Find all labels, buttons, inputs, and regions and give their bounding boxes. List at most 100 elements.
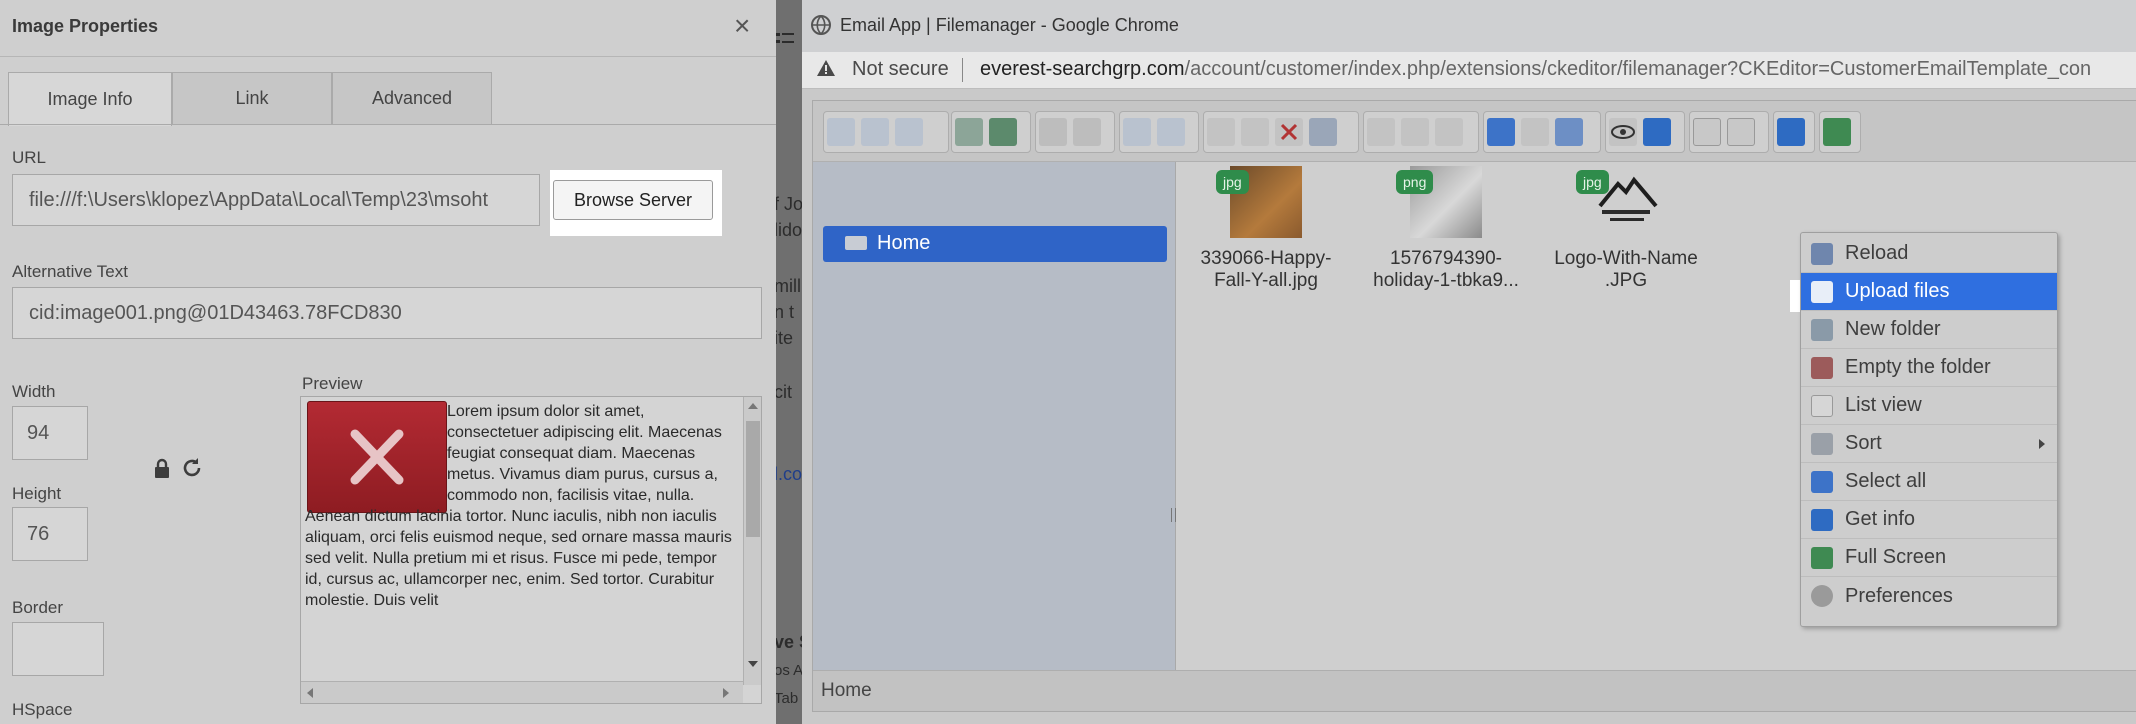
select-all-icon[interactable] [1487, 118, 1515, 146]
editor-fragment: os A [776, 662, 802, 679]
list-view-icon[interactable] [1727, 118, 1755, 146]
status-path: Home [821, 680, 872, 701]
file-item[interactable]: jpg 339066-Happy- Fall-Y-all.jpg [1176, 166, 1356, 292]
tab-divider [0, 124, 776, 125]
menu-item-preferences[interactable]: Preferences [1801, 577, 2057, 615]
file-thumbnail: jpg [1576, 166, 1662, 238]
menu-label: Get info [1845, 508, 1916, 530]
empty-icon[interactable] [1309, 118, 1337, 146]
scroll-left-icon[interactable] [307, 688, 313, 698]
preview-vertical-scrollbar[interactable] [743, 397, 761, 685]
resize-icon[interactable] [1435, 118, 1463, 146]
delete-icon[interactable] [1275, 118, 1303, 146]
menu-label: Sort [1845, 432, 1882, 454]
file-name-line1: 339066-Happy- [1200, 248, 1332, 269]
empty-folder-icon [1811, 356, 1833, 379]
editor-fragment: Tab [776, 690, 799, 707]
menu-item-upload-files[interactable]: Upload files [1801, 273, 2057, 311]
preview-horizontal-scrollbar[interactable] [301, 681, 743, 703]
file-name-line2: holiday-1-tbka9... [1373, 270, 1519, 291]
icons-view-icon[interactable] [1693, 118, 1721, 146]
editor-fragment: mill [776, 276, 801, 296]
open-icon[interactable] [1039, 118, 1067, 146]
file-group [951, 111, 1031, 153]
fullscreen-icon[interactable] [1823, 118, 1851, 146]
preview-text-block: Lorem ipsum dolor sit amet, consectetuer… [305, 401, 733, 611]
upload-icon [1811, 280, 1833, 303]
menu-label: New folder [1845, 318, 1941, 340]
back-icon[interactable] [827, 118, 855, 146]
scroll-thumb[interactable] [746, 421, 760, 537]
height-input[interactable]: 76 [12, 507, 88, 561]
reload-icon [1811, 242, 1833, 265]
preview-eye-icon[interactable] [1609, 118, 1637, 146]
editor-fragment: n t [776, 302, 795, 322]
help-icon[interactable] [1777, 118, 1805, 146]
scroll-up-icon[interactable] [748, 403, 758, 409]
undo-icon[interactable] [1123, 118, 1151, 146]
menu-item-list-view[interactable]: List view [1801, 387, 2057, 425]
lock-ratio-icon[interactable] [152, 458, 172, 485]
width-input[interactable]: 94 [12, 406, 88, 460]
menu-item-sort[interactable]: Sort [1801, 425, 2057, 463]
file-item[interactable]: jpg Logo-With-Name .JPG [1536, 166, 1716, 292]
browse-server-button[interactable]: Browse Server [553, 180, 713, 220]
address-bar[interactable]: Not secure everest-searchgrp.com/account… [802, 52, 2136, 89]
url-text[interactable]: everest-searchgrp.com/account/customer/i… [980, 58, 2091, 81]
sort-icon [1811, 432, 1833, 455]
menu-label: Select all [1845, 470, 1927, 492]
up-icon[interactable] [895, 118, 923, 146]
gear-icon [1811, 585, 1833, 607]
selection-group [1483, 111, 1601, 153]
menu-label: List view [1845, 394, 1922, 416]
tab-advanced[interactable]: Advanced [332, 72, 492, 124]
scroll-right-icon[interactable] [723, 688, 729, 698]
menu-item-new-folder[interactable]: New folder [1801, 311, 2057, 349]
cut-icon[interactable] [1241, 118, 1269, 146]
file-type-badge: png [1396, 170, 1434, 194]
redo-icon[interactable] [1157, 118, 1185, 146]
window-title: Email App | Filemanager - Google Chrome [840, 15, 1179, 35]
border-input[interactable] [12, 622, 104, 676]
edit-icon[interactable] [1401, 118, 1429, 146]
nav-group [823, 111, 949, 153]
security-indicator[interactable]: Not secure [852, 58, 949, 81]
address-divider [962, 58, 963, 82]
select-all-icon [1811, 470, 1833, 493]
menu-label: Reload [1845, 242, 1909, 264]
tab-image-info[interactable]: Image Info [8, 72, 172, 126]
menu-item-select-all[interactable]: Select all [1801, 463, 2057, 501]
menu-label: Full Screen [1845, 546, 1947, 568]
alt-text-input[interactable]: cid:image001.png@01D43463.78FCD830 [12, 287, 762, 339]
menu-label: Upload files [1845, 280, 1950, 302]
view-group [1689, 111, 1769, 153]
select-none-icon[interactable] [1521, 118, 1549, 146]
url-input[interactable]: file:///f:\Users\klopez\AppData\Local\Te… [12, 174, 540, 226]
new-folder-icon[interactable] [955, 118, 983, 146]
edit-group [1203, 111, 1359, 153]
tree-node-home[interactable]: Home [823, 226, 1167, 262]
open-group [1035, 111, 1115, 153]
filemanager-toolbar [813, 101, 2136, 162]
menu-item-empty-folder[interactable]: Empty the folder [1801, 349, 2057, 387]
info-icon[interactable] [1643, 118, 1671, 146]
file-name-line2: .JPG [1604, 270, 1648, 291]
invert-selection-icon[interactable] [1555, 118, 1583, 146]
menu-item-get-info[interactable]: Get info [1801, 501, 2057, 539]
rename-icon[interactable] [1367, 118, 1395, 146]
scroll-down-icon[interactable] [748, 661, 758, 667]
download-icon[interactable] [1073, 118, 1101, 146]
chrome-title-bar: Email App | Filemanager - Google Chrome [802, 0, 2136, 52]
file-item[interactable]: png 1576794390- holiday-1-tbka9... [1356, 166, 1536, 292]
url-path: /account/customer/index.php/extensions/c… [1184, 58, 2092, 80]
forward-icon[interactable] [861, 118, 889, 146]
upload-icon[interactable] [989, 118, 1017, 146]
menu-item-full-screen[interactable]: Full Screen [1801, 539, 2057, 577]
close-icon[interactable]: × [734, 12, 750, 40]
copy-icon[interactable] [1207, 118, 1235, 146]
menu-item-reload[interactable]: Reload [1801, 235, 2057, 273]
hspace-label: HSpace [12, 700, 73, 719]
reset-size-icon[interactable] [180, 456, 204, 485]
editor-fragment: ite [776, 328, 794, 348]
tab-link[interactable]: Link [172, 72, 332, 124]
